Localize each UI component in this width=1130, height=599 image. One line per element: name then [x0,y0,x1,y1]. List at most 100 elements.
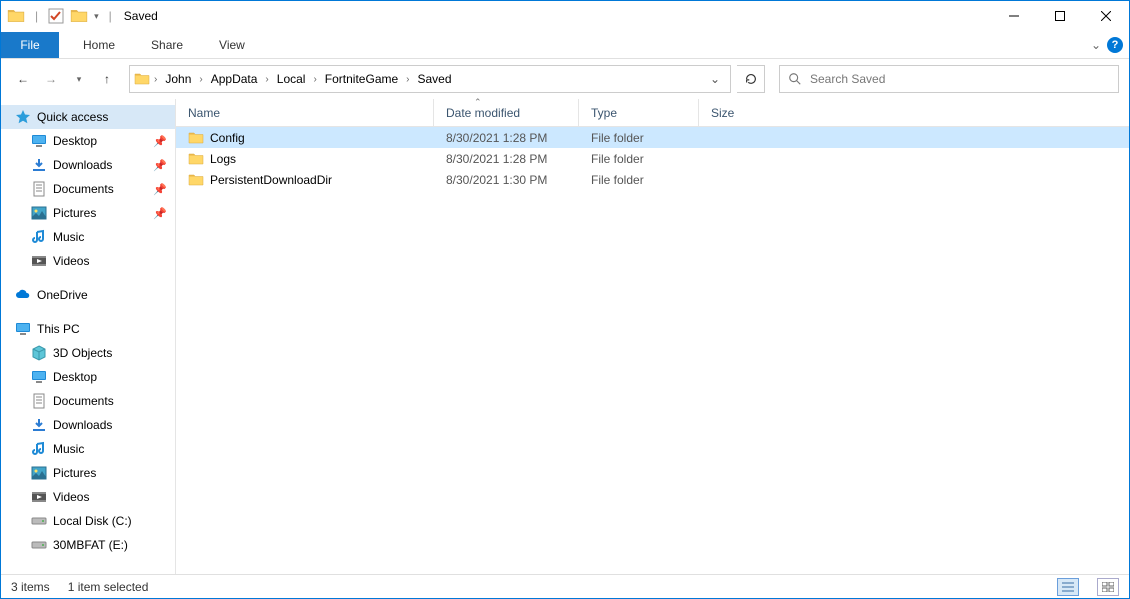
onedrive-label: OneDrive [37,288,88,302]
titlebar: | ▾ | Saved [1,1,1129,31]
quick-access-root[interactable]: Quick access [1,105,175,129]
nav-item-label: Downloads [53,418,112,432]
status-item-count: 3 items [11,580,50,594]
content-area: Name Date modified Type Size ⌃ Config8/3… [176,99,1129,574]
forward-button[interactable]: → [39,67,63,91]
help-icon[interactable]: ? [1107,37,1123,53]
ribbon: File Home Share View ⌄ ? [1,31,1129,59]
file-row[interactable]: Logs8/30/2021 1:28 PMFile folder [176,148,1129,169]
pin-icon: 📌 [153,135,167,148]
column-date[interactable]: Date modified [434,99,579,126]
nav-item-label: Videos [53,490,89,504]
breadcrumb-item[interactable]: Local [273,70,310,88]
music-icon [31,229,47,245]
nav-item-label: Music [53,230,84,244]
file-size [699,148,774,169]
column-name[interactable]: Name [176,99,434,126]
nav-item-label: Documents [53,182,114,196]
videos-icon [31,489,47,505]
chevron-right-icon[interactable]: › [404,74,411,85]
file-type: File folder [579,169,699,190]
nav-item-label: Downloads [53,158,112,172]
pin-icon: 📌 [153,207,167,220]
check-icon[interactable] [48,8,64,24]
details-view-button[interactable] [1057,578,1079,596]
maximize-button[interactable] [1037,1,1083,31]
search-input[interactable] [810,72,1110,86]
file-type: File folder [579,127,699,148]
qat-dropdown-icon[interactable]: ▾ [94,11,99,22]
recent-locations-button[interactable]: ▾ [67,67,91,91]
close-button[interactable] [1083,1,1129,31]
up-button[interactable]: ↑ [95,67,119,91]
address-dropdown-icon[interactable]: ⌄ [704,72,726,86]
minimize-button[interactable] [991,1,1037,31]
separator: | [35,9,38,23]
folder-icon [134,71,150,87]
nav-item[interactable]: Documents [1,389,175,413]
column-type[interactable]: Type [579,99,699,126]
nav-item[interactable]: Videos [1,485,175,509]
pin-icon: 📌 [153,159,167,172]
breadcrumb-item[interactable]: AppData [207,70,262,88]
folder-icon [188,130,204,146]
nav-item[interactable]: Videos [1,249,175,273]
nav-item[interactable]: Music [1,437,175,461]
this-pc-root[interactable]: This PC [1,317,175,341]
nav-item[interactable]: Downloads [1,413,175,437]
separator: | [109,9,112,23]
quick-access-label: Quick access [37,110,108,124]
tab-home[interactable]: Home [65,32,133,58]
nav-item-label: Desktop [53,134,97,148]
documents-icon [31,181,47,197]
breadcrumb-item[interactable]: John [161,70,195,88]
nav-item-label: Videos [53,254,89,268]
tab-view[interactable]: View [201,32,263,58]
file-row[interactable]: PersistentDownloadDir 8/30/2021 1:30 PMFi… [176,169,1129,190]
search-box[interactable] [779,65,1119,93]
file-date: 8/30/2021 1:30 PM [434,169,579,190]
onedrive-root[interactable]: OneDrive [1,283,175,307]
file-list[interactable]: Config8/30/2021 1:28 PMFile folderLogs8/… [176,127,1129,574]
navigation-pane[interactable]: Quick access Desktop 📌 Downloads 📌 Documents… [1,99,176,574]
nav-item[interactable]: Documents📌 [1,177,175,201]
file-name: Config [210,131,245,145]
nav-item[interactable]: Desktop 📌 [1,129,175,153]
nav-item[interactable]: 30MBFAT (E:) [1,533,175,557]
address-bar[interactable]: › John › AppData › Local › FortniteGame … [129,65,731,93]
3d-icon [31,345,47,361]
chevron-right-icon[interactable]: › [152,74,159,85]
thumbnails-view-button[interactable] [1097,578,1119,596]
file-row[interactable]: Config8/30/2021 1:28 PMFile folder [176,127,1129,148]
nav-item[interactable]: Downloads 📌 [1,153,175,177]
nav-item-label: Music [53,442,84,456]
chevron-right-icon[interactable]: › [197,74,204,85]
quick-access-toolbar: | ▾ | [1,7,116,25]
nav-item[interactable]: Desktop [1,365,175,389]
nav-item[interactable]: Local Disk (C:) [1,509,175,533]
file-size [699,169,774,190]
chevron-right-icon[interactable]: › [263,74,270,85]
file-tab[interactable]: File [1,32,59,58]
breadcrumb-item[interactable]: FortniteGame [321,70,402,88]
back-button[interactable]: ← [11,67,35,91]
nav-item-label: Pictures [53,466,96,480]
breadcrumb-item[interactable]: Saved [414,70,456,88]
downloads-icon [31,157,47,173]
refresh-button[interactable] [737,65,765,93]
tab-share[interactable]: Share [133,32,201,58]
nav-item[interactable]: Pictures [1,461,175,485]
file-name: Logs [210,152,236,166]
nav-item[interactable]: 3D Objects [1,341,175,365]
column-size[interactable]: Size [699,99,774,126]
nav-item[interactable]: Pictures📌 [1,201,175,225]
pictures-icon [31,205,47,221]
sort-indicator-icon: ⌃ [474,97,482,108]
nav-item[interactable]: Music [1,225,175,249]
file-date: 8/30/2021 1:28 PM [434,148,579,169]
this-pc-label: This PC [37,322,80,336]
file-name: PersistentDownloadDir [210,173,332,187]
folder-icon [70,7,88,25]
chevron-right-icon[interactable]: › [311,74,318,85]
ribbon-expand-icon[interactable]: ⌄ [1091,38,1101,52]
